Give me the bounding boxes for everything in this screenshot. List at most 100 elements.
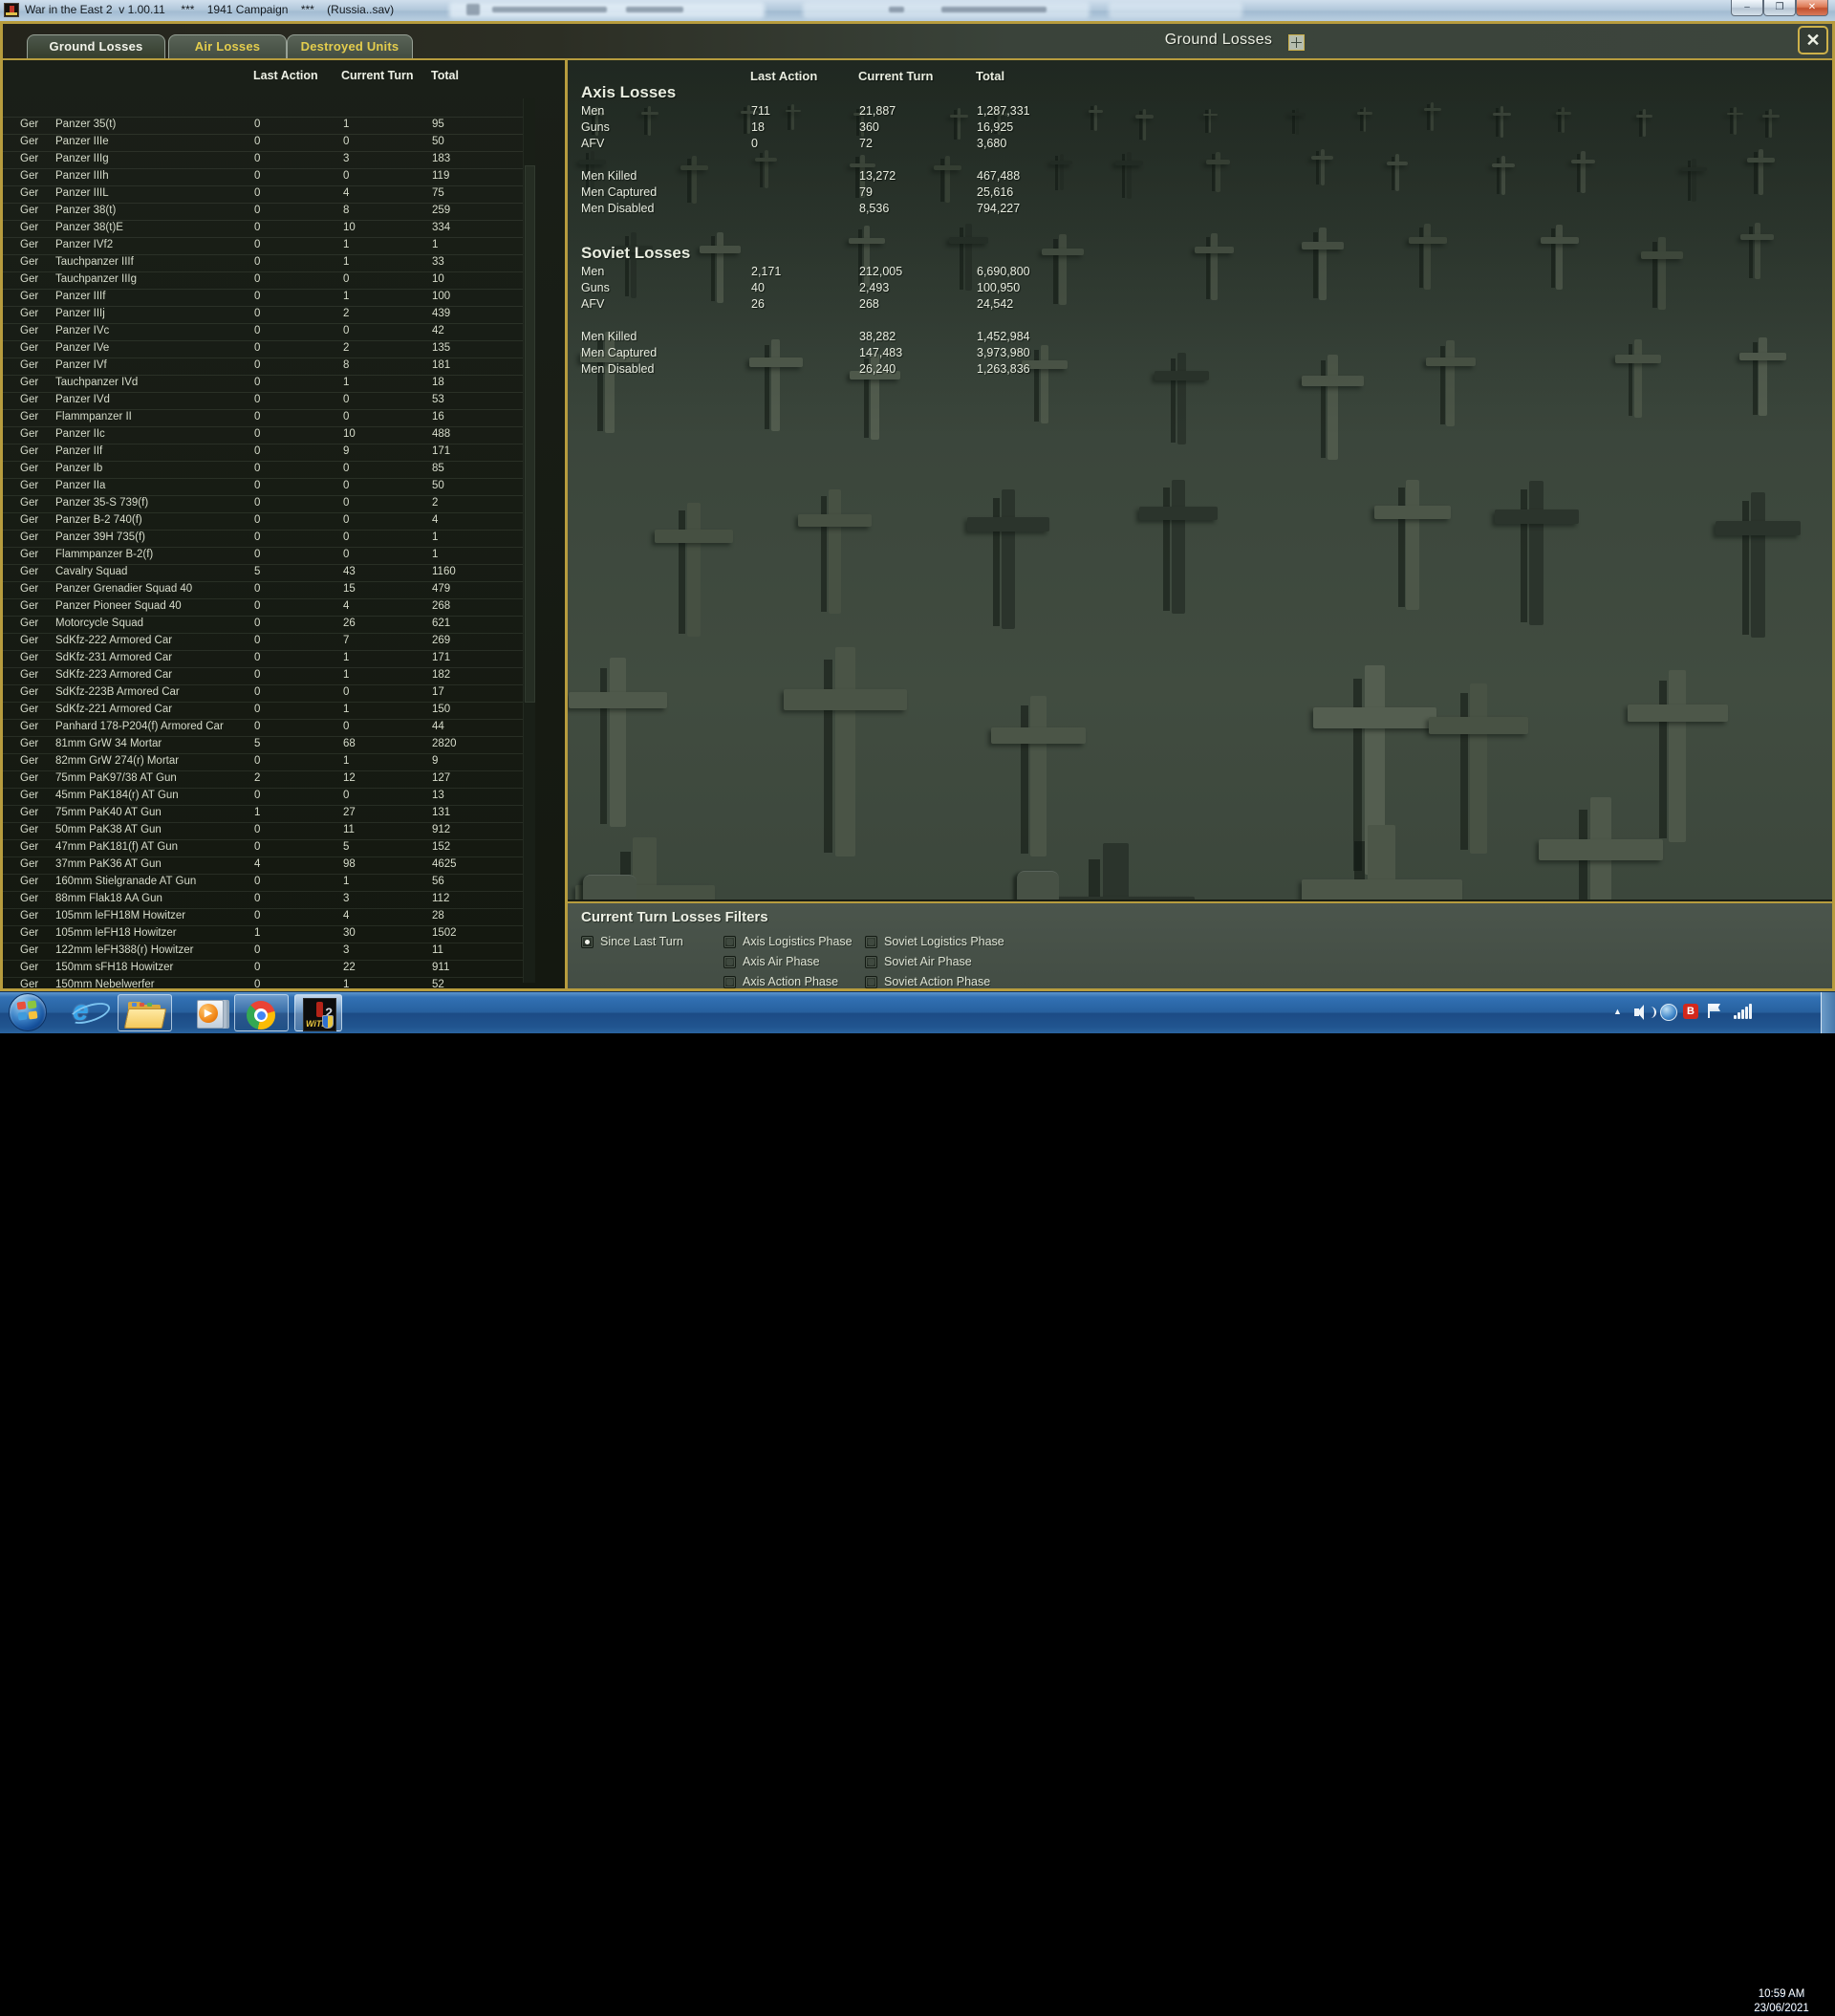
screen-header: Ground Losses Air Losses Destroyed Units [3, 24, 1832, 60]
table-row[interactable]: Ger Panzer IIf 0 9 171 [3, 444, 524, 461]
tab-destroyed-units[interactable]: Destroyed Units [287, 34, 413, 58]
table-row[interactable]: Ger 88mm Flak18 AA Gun 0 3 112 [3, 891, 524, 908]
minimize-button[interactable]: – [1731, 0, 1763, 16]
screen-close-button[interactable]: ✕ [1798, 26, 1828, 54]
table-row[interactable]: Ger 160mm Stielgranade AT Gun 0 1 56 [3, 874, 524, 891]
checkbox-label: Soviet Air Phase [884, 955, 972, 968]
checkbox-soviet-logistics-phase[interactable] [865, 936, 877, 948]
table-row[interactable]: Ger 82mm GrW 274(r) Mortar 0 1 9 [3, 753, 524, 770]
volume-icon[interactable] [1634, 1004, 1657, 1021]
table-row[interactable]: Ger Panzer Grenadier Squad 40 0 15 479 [3, 581, 524, 598]
table-row[interactable]: Ger SdKfz-222 Armored Car 0 7 269 [3, 633, 524, 650]
table-row[interactable]: Ger Panzer B-2 740(f) 0 0 4 [3, 512, 524, 530]
table-row[interactable]: Ger 75mm PaK40 AT Gun 1 27 131 [3, 805, 524, 822]
media-player-icon[interactable]: ▶ [187, 994, 231, 1031]
table-row[interactable]: Ger 105mm leFH18M Howitzer 0 4 28 [3, 908, 524, 925]
taskbar-clock[interactable]: 10:59 AM 23/06/2021 [1747, 1987, 1816, 2016]
checkbox-soviet-air-phase[interactable] [865, 956, 877, 968]
table-row[interactable]: Ger 47mm PaK181(f) AT Gun 0 5 152 [3, 839, 524, 856]
start-button-icon[interactable] [9, 993, 47, 1031]
table-row[interactable]: Ger Cavalry Squad 5 43 1160 [3, 564, 524, 581]
cell-tot: 2 [432, 497, 439, 509]
table-row[interactable]: Ger 50mm PaK38 AT Gun 0 11 912 [3, 822, 524, 839]
table-row[interactable]: Ger SdKfz-223 Armored Car 0 1 182 [3, 667, 524, 684]
table-row[interactable]: Ger Panzer IVd 0 0 53 [3, 392, 524, 409]
checkbox-soviet-action-phase[interactable] [865, 976, 877, 988]
table-row[interactable]: Ger Panzer Pioneer Squad 40 0 4 268 [3, 598, 524, 616]
cell-ct: 0 [343, 170, 350, 182]
scrollbar-thumb[interactable] [525, 165, 535, 703]
table-row[interactable]: Ger Flammpanzer B-2(f) 0 0 1 [3, 547, 524, 564]
table-row[interactable]: Ger Panzer 39H 735(f) 0 0 1 [3, 530, 524, 547]
cell-name: 47mm PaK181(f) AT Gun [55, 841, 179, 853]
wite2-taskbar-button[interactable]: 2 WiTE [294, 994, 342, 1031]
cell-ct: 0 [343, 411, 350, 423]
cell-ct: 8 [343, 205, 350, 216]
cell-la: 0 [254, 445, 261, 457]
cell-name: 50mm PaK38 AT Gun [55, 824, 162, 835]
checkbox-axis-logistics-phase[interactable] [723, 936, 736, 948]
table-row[interactable]: Ger Flammpanzer II 0 0 16 [3, 409, 524, 426]
table-row[interactable]: Ger SdKfz-223B Armored Car 0 0 17 [3, 684, 524, 702]
table-row[interactable]: Ger 81mm GrW 34 Mortar 5 68 2820 [3, 736, 524, 753]
table-row[interactable]: Ger Panzer 38(t)E 0 10 334 [3, 220, 524, 237]
show-desktop-button[interactable] [1821, 992, 1835, 1033]
windows-explorer-taskbar-button[interactable] [118, 994, 172, 1031]
cell-ct: 43 [343, 566, 356, 577]
cell-tot: 11 [432, 944, 443, 956]
summary-row-label: Men Disabled [581, 362, 655, 376]
cell-ct: 0 [343, 497, 350, 509]
table-row[interactable]: Ger SdKfz-221 Armored Car 0 1 150 [3, 702, 524, 719]
cell-ger: Ger [20, 841, 39, 853]
checkbox-axis-action-phase[interactable] [723, 976, 736, 988]
antivirus-icon[interactable]: B [1683, 1004, 1698, 1019]
close-button[interactable]: ✕ [1796, 0, 1828, 16]
table-row[interactable]: Ger Panzer 35-S 739(f) 0 0 2 [3, 495, 524, 512]
table-row[interactable]: Ger Panzer Ib 0 0 85 [3, 461, 524, 478]
table-row[interactable]: Ger 105mm leFH18 Howitzer 1 30 1502 [3, 925, 524, 943]
table-row[interactable]: Ger Panzer IVe 0 2 135 [3, 340, 524, 358]
table-row[interactable]: Ger Panzer IIIf 0 1 100 [3, 289, 524, 306]
network-sync-icon[interactable] [1660, 1004, 1677, 1021]
tab-ground-losses[interactable]: Ground Losses [27, 34, 165, 58]
chrome-taskbar-button[interactable] [234, 994, 289, 1031]
table-row[interactable]: Ger SdKfz-231 Armored Car 0 1 171 [3, 650, 524, 667]
table-row[interactable]: Ger Motorcycle Squad 0 26 621 [3, 616, 524, 633]
checkbox-axis-air-phase[interactable] [723, 956, 736, 968]
tab-air-losses[interactable]: Air Losses [168, 34, 287, 58]
action-center-flag-icon[interactable] [1708, 1004, 1710, 1018]
table-row[interactable]: Ger Panzer IIa 0 0 50 [3, 478, 524, 495]
table-row[interactable]: Ger Tauchpanzer IIIf 0 1 33 [3, 254, 524, 271]
table-row[interactable]: Ger 45mm PaK184(r) AT Gun 0 0 13 [3, 788, 524, 805]
chart-icon[interactable] [1288, 34, 1305, 51]
table-row[interactable]: Ger Tauchpanzer IIIg 0 0 10 [3, 271, 524, 289]
cell-tot: 171 [432, 652, 451, 663]
network-signal-icon[interactable] [1734, 1003, 1755, 1019]
table-row[interactable]: Ger Panzer 38(t) 0 8 259 [3, 203, 524, 220]
cell-tot: 150 [432, 704, 451, 715]
table-scrollbar[interactable] [523, 98, 535, 983]
table-row[interactable]: Ger Panzer IIc 0 10 488 [3, 426, 524, 444]
table-row[interactable]: Ger Tauchpanzer IVd 0 1 18 [3, 375, 524, 392]
summary-row-label: AFV [581, 297, 605, 311]
table-row[interactable]: Ger 150mm sFH18 Howitzer 0 22 911 [3, 960, 524, 977]
table-row[interactable]: Ger Panzer IVf2 0 1 1 [3, 237, 524, 254]
table-row[interactable]: Ger Panzer IIIh 0 0 119 [3, 168, 524, 185]
cell-tot: 152 [432, 841, 451, 853]
table-row[interactable]: Ger Panzer IVf 0 8 181 [3, 358, 524, 375]
table-row[interactable]: Ger Panzer 35(t) 0 1 95 [3, 117, 524, 134]
table-row[interactable]: Ger Panzer IIIj 0 2 439 [3, 306, 524, 323]
radio-since-last-turn[interactable] [581, 936, 594, 948]
table-row[interactable]: Ger 37mm PaK36 AT Gun 4 98 4625 [3, 856, 524, 874]
table-row[interactable]: Ger Panzer IIIg 0 3 183 [3, 151, 524, 168]
table-row[interactable]: Ger Panhard 178-P204(f) Armored Car 0 0 44 [3, 719, 524, 736]
table-row[interactable]: Ger Panzer IIIL 0 4 75 [3, 185, 524, 203]
hidden-icons-arrow[interactable]: ▲ [1613, 1007, 1622, 1016]
cell-ct: 0 [343, 273, 350, 285]
table-row[interactable]: Ger 122mm leFH388(r) Howitzer 0 3 11 [3, 943, 524, 960]
internet-explorer-icon[interactable]: e [67, 997, 113, 1029]
restore-button[interactable]: ❐ [1763, 0, 1796, 16]
table-row[interactable]: Ger Panzer IIIe 0 0 50 [3, 134, 524, 151]
table-row[interactable]: Ger Panzer IVc 0 0 42 [3, 323, 524, 340]
table-row[interactable]: Ger 75mm PaK97/38 AT Gun 2 12 127 [3, 770, 524, 788]
